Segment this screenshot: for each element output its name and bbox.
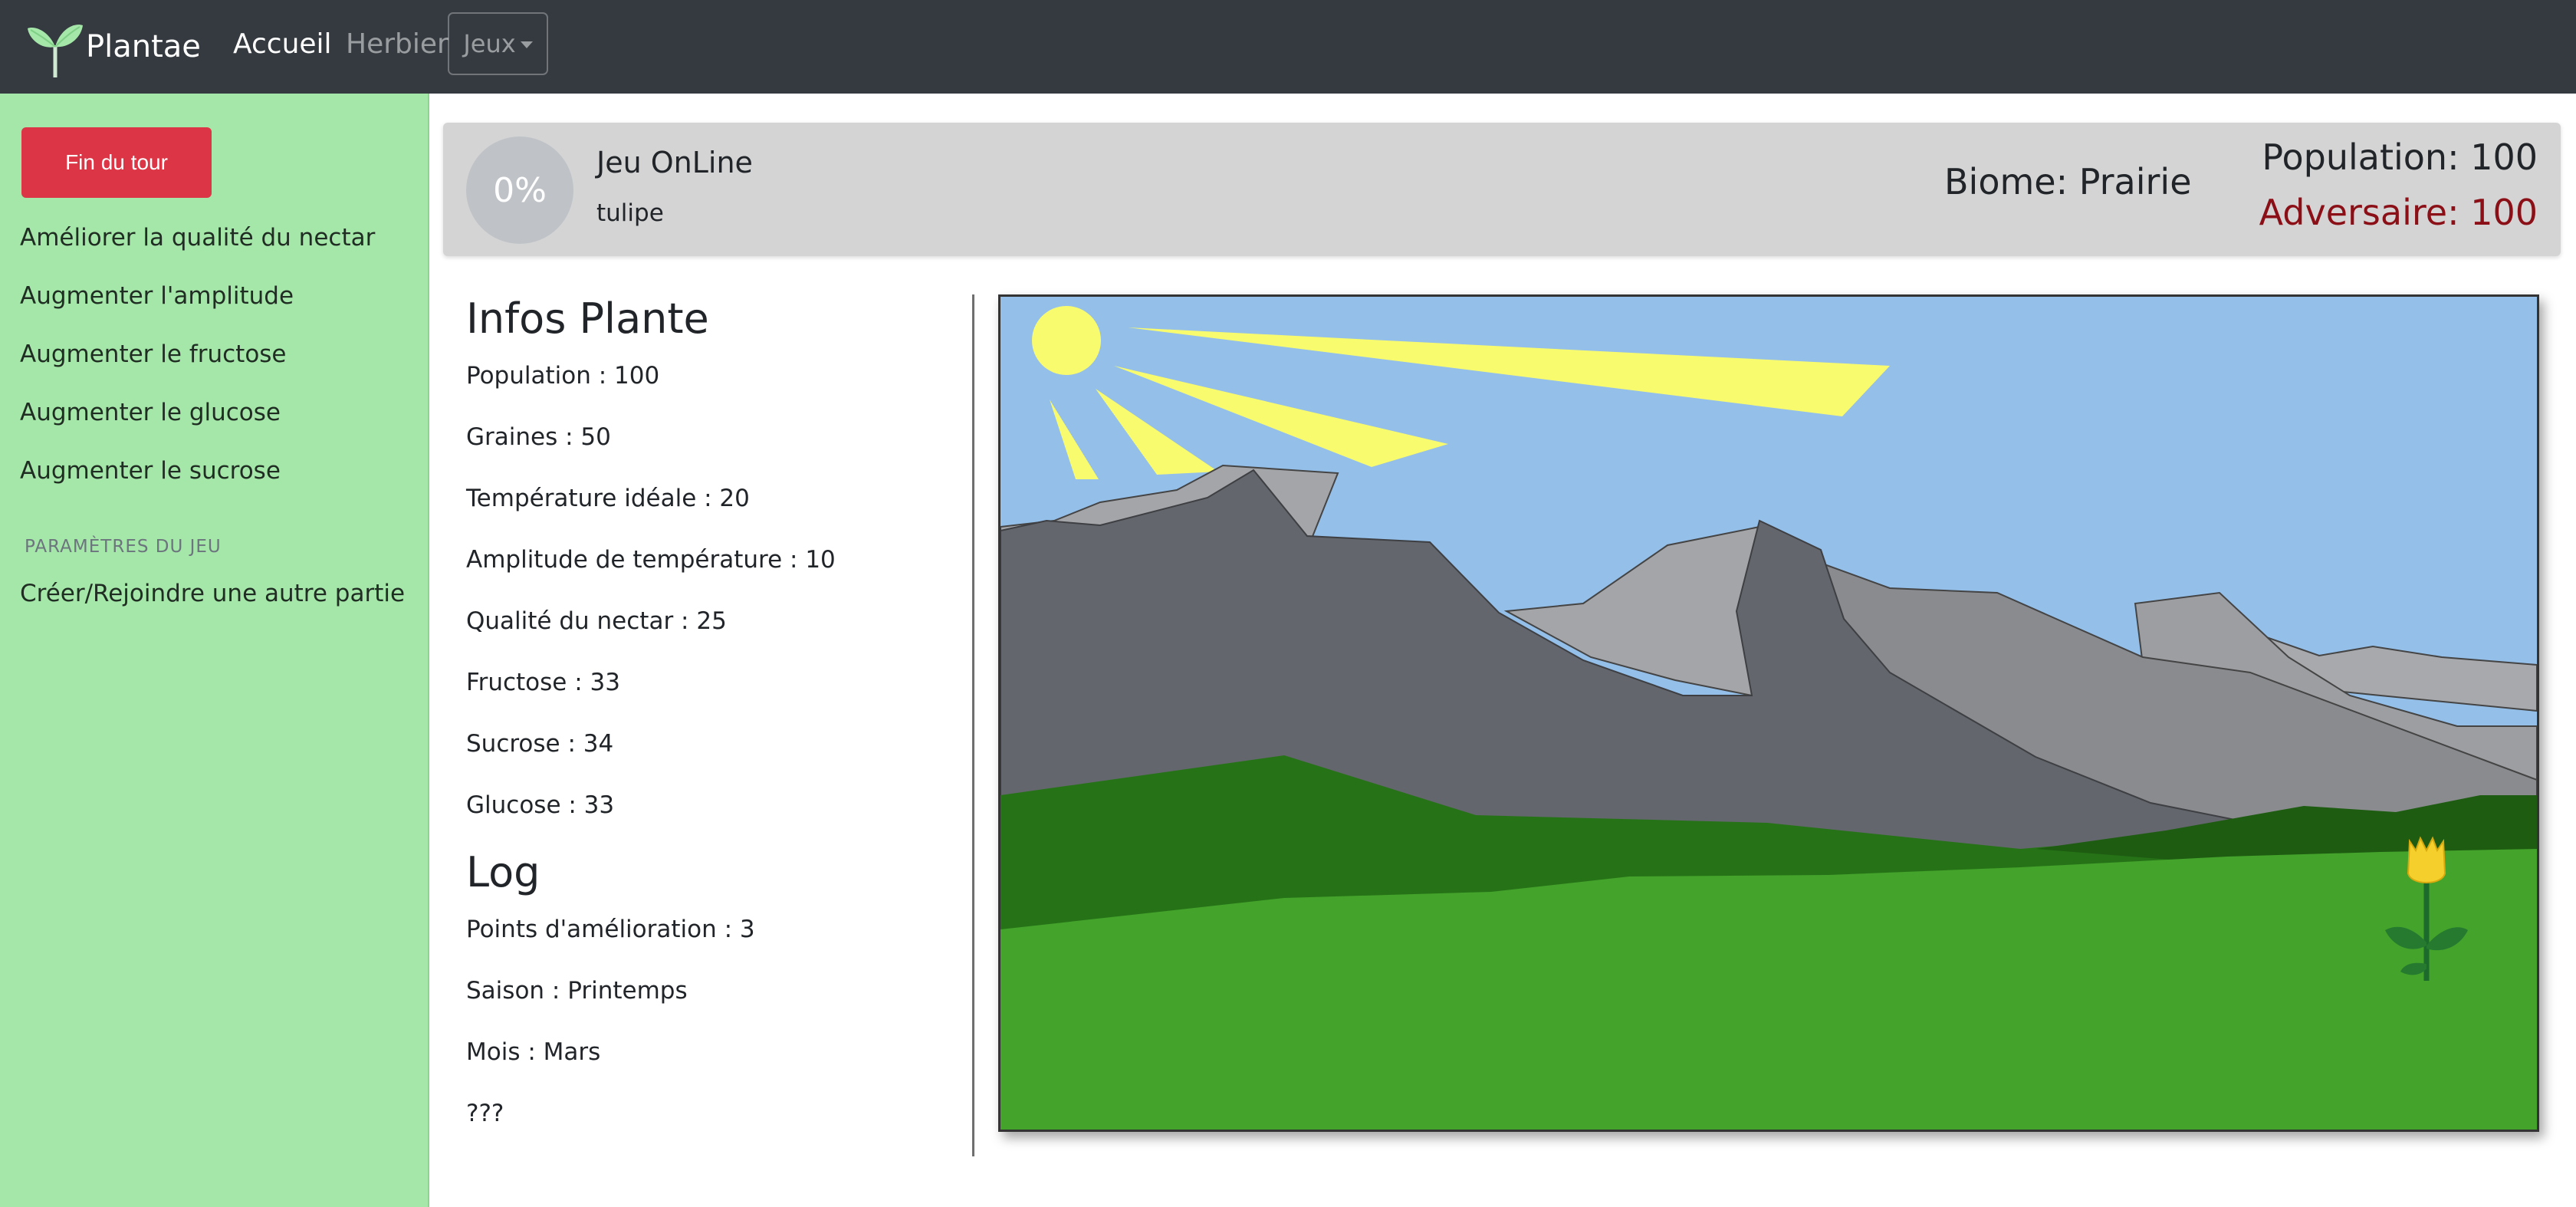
- settings-heading: PARAMÈTRES DU JEU: [25, 537, 222, 557]
- nav-link-accueil[interactable]: Accueil: [233, 26, 332, 63]
- caret-down-icon: [520, 41, 533, 48]
- progress-circle: 0%: [466, 136, 573, 244]
- brand-name: Plantae: [86, 29, 201, 64]
- game-title: Jeu OnLine: [596, 146, 753, 179]
- info-line: Qualité du nectar : 25: [466, 607, 727, 635]
- create-join-game-link[interactable]: Créer/Rejoindre une autre partie: [20, 580, 405, 607]
- info-line: Sucrose : 34: [466, 730, 614, 758]
- column-divider: [972, 294, 974, 1156]
- action-increase-sucrose[interactable]: Augmenter le sucrose: [20, 457, 281, 485]
- log-title: Log: [466, 848, 540, 896]
- info-line: Amplitude de température : 10: [466, 546, 836, 574]
- action-increase-glucose[interactable]: Augmenter le glucose: [20, 399, 281, 426]
- top-navbar: Plantae Accueil Herbier Jeux: [0, 0, 2576, 94]
- infos-title: Infos Plante: [466, 294, 709, 343]
- nav-link-herbier[interactable]: Herbier: [346, 26, 449, 63]
- game-scene: [998, 294, 2539, 1132]
- landscape-illustration: [1001, 297, 2537, 1130]
- log-line: Saison : Printemps: [466, 977, 688, 1005]
- log-line: ???: [466, 1100, 504, 1127]
- info-line: Fructose : 33: [466, 669, 620, 696]
- biome-label: Biome: Prairie: [1944, 161, 2192, 202]
- brand-link[interactable]: Plantae: [26, 14, 201, 80]
- action-increase-fructose[interactable]: Augmenter le fructose: [20, 340, 287, 368]
- info-line: Graines : 50: [466, 423, 611, 451]
- population-label: Population: 100: [2262, 136, 2538, 178]
- plant-name: tulipe: [596, 199, 664, 227]
- adversary-label: Adversaire: 100: [2259, 192, 2538, 233]
- info-line: Glucose : 33: [466, 791, 615, 819]
- seedling-icon: [28, 25, 83, 77]
- log-line: Mois : Mars: [466, 1038, 601, 1066]
- jeux-dropdown[interactable]: Jeux: [448, 12, 548, 75]
- info-line: Population : 100: [466, 362, 660, 390]
- game-header: 0% Jeu OnLine tulipe Biome: Prairie Popu…: [443, 123, 2561, 256]
- log-line: Points d'amélioration : 3: [466, 916, 755, 943]
- info-line: Température idéale : 20: [466, 485, 750, 512]
- end-turn-button[interactable]: Fin du tour: [21, 127, 212, 198]
- action-improve-nectar[interactable]: Améliorer la qualité du nectar: [20, 224, 375, 252]
- jeux-dropdown-label: Jeux: [463, 29, 516, 58]
- sidebar: Fin du tour Améliorer la qualité du nect…: [0, 94, 429, 1207]
- action-increase-amplitude[interactable]: Augmenter l'amplitude: [20, 282, 294, 310]
